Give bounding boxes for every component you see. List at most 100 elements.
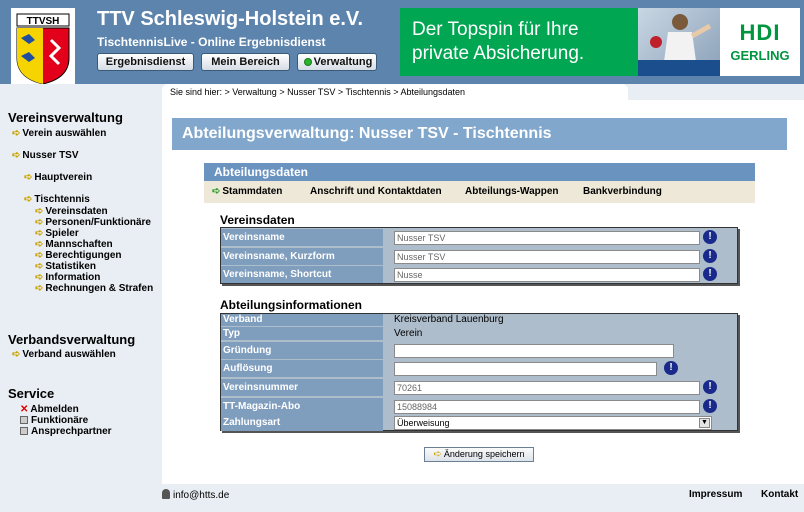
svg-text:TTVSH: TTVSH xyxy=(27,16,60,27)
breadcrumb: Sie sind hier: > Verwaltung > Nusser TSV… xyxy=(162,84,628,100)
zahlungsart-label: Zahlungsart xyxy=(221,414,383,431)
ttmagazin-field[interactable]: 15088984 xyxy=(394,400,700,414)
page-title: Abteilungsverwaltung: Nusser TSV - Tisch… xyxy=(172,118,787,150)
service-heading: Service xyxy=(8,386,55,401)
tab-label: Stammdaten xyxy=(222,186,283,197)
tab-bar: ➪ Stammdaten Anschrift und Kontaktdaten A… xyxy=(204,181,755,203)
tab-wappen[interactable]: Abteilungs-Wappen xyxy=(465,186,559,197)
tab-stammdaten[interactable]: ➪ Stammdaten xyxy=(212,186,282,197)
arrow-right-icon: ➪ xyxy=(212,186,221,197)
arrow-right-icon: ➪ xyxy=(12,128,21,139)
typ-value: Verein xyxy=(394,328,423,339)
chevron-down-icon[interactable]: ▼ xyxy=(699,418,710,428)
arrow-right-icon: ➪ xyxy=(24,172,33,183)
verwaltung-label: Verwaltung xyxy=(313,56,373,68)
sidebar-item-rechnungen[interactable]: ➪ Rechnungen & Strafen xyxy=(35,283,153,294)
sidebar-item-label: Verband auswählen xyxy=(22,349,116,360)
sidebar-item-label: Abmelden xyxy=(30,404,79,415)
sidebar-item-label: Verein auswählen xyxy=(22,128,107,139)
vereinsname-shortcut-label: Vereinsname, Shortcut xyxy=(221,266,383,283)
aufloesung-field[interactable] xyxy=(394,362,657,376)
arrow-right-icon: ➪ xyxy=(35,217,44,228)
sidebar-item-vereinsdaten[interactable]: ➪ Vereinsdaten xyxy=(35,206,108,217)
info-icon[interactable]: ! xyxy=(703,267,717,281)
vereinsname-label: Vereinsname xyxy=(221,229,383,246)
sidebar-item-verein-auswaehlen[interactable]: ➪ Verein auswählen xyxy=(12,128,106,139)
zahlungsart-select[interactable]: Überweisung ▼ xyxy=(394,416,712,430)
sidebar-item-statistiken[interactable]: ➪ Statistiken xyxy=(35,261,96,272)
verwaltung-button[interactable]: Verwaltung xyxy=(297,53,377,71)
sidebar-item-funktionaere[interactable]: Funktionäre xyxy=(20,415,88,426)
form-row: Typ Verein xyxy=(221,327,737,341)
footer-email-link[interactable]: info@htts.de xyxy=(162,489,229,501)
save-button-label: Änderung speichern xyxy=(443,449,525,459)
sidebar-item-label: Hauptverein xyxy=(34,172,93,183)
person-icon xyxy=(162,489,170,499)
gerling-logo-text: GERLING xyxy=(730,48,790,63)
arrow-right-icon: ➪ xyxy=(12,150,21,161)
main-content: Abteilungsverwaltung: Nusser TSV - Tisch… xyxy=(162,100,804,484)
form-row: Vereinsname Nusser TSV ! xyxy=(221,229,737,247)
arrow-right-icon: ➪ xyxy=(12,349,21,360)
close-icon: ✕ xyxy=(20,404,29,415)
info-icon[interactable]: ! xyxy=(703,230,717,244)
vereinsnummer-label: Vereinsnummer xyxy=(221,379,383,396)
info-icon[interactable]: ! xyxy=(703,399,717,413)
save-button[interactable]: ➪ Änderung speichern xyxy=(424,447,534,462)
vereinsname-field[interactable]: Nusser TSV xyxy=(394,231,700,245)
vereinsname-shortcut-field[interactable]: Nusse xyxy=(394,268,700,282)
form-row: Vereinsnummer 70261 ! xyxy=(221,379,737,397)
site-header: TTVSH TTV Schleswig-Holstein e.V. Tischt… xyxy=(0,0,804,86)
info-icon[interactable]: ! xyxy=(664,361,678,375)
sidebar-item-personen[interactable]: ➪ Personen/Funktionäre xyxy=(35,217,151,228)
kontakt-link[interactable]: Kontakt xyxy=(761,489,798,500)
sidebar-item-hauptverein[interactable]: ➪ Hauptverein xyxy=(24,172,92,183)
sidebar-item-label: Ansprechpartner xyxy=(31,426,112,437)
info-icon[interactable]: ! xyxy=(703,249,717,263)
arrow-right-icon: ➪ xyxy=(35,228,44,239)
mein-bereich-button[interactable]: Mein Bereich xyxy=(201,53,290,71)
gruendung-field[interactable] xyxy=(394,344,674,358)
arrow-right-icon: ➪ xyxy=(35,272,44,283)
abteilung-form: Verband Kreisverband Lauenburg Typ Verei… xyxy=(220,313,738,431)
sidebar-item-verband-auswaehlen[interactable]: ➪ Verband auswählen xyxy=(12,349,116,360)
form-row: Verband Kreisverband Lauenburg xyxy=(221,314,737,327)
sidebar-item-mannschaften[interactable]: ➪ Mannschaften xyxy=(35,239,113,250)
vereinsnummer-field[interactable]: 70261 xyxy=(394,381,700,395)
arrow-right-icon: ➪ xyxy=(35,239,44,250)
sidebar-item-ansprechpartner[interactable]: Ansprechpartner xyxy=(20,426,112,437)
arrow-right-icon: ➪ xyxy=(24,194,33,205)
arrow-right-icon: ➪ xyxy=(35,261,44,272)
tab-anschrift[interactable]: Anschrift und Kontaktdaten xyxy=(310,186,442,197)
sidebar-item-label: Vereinsdaten xyxy=(45,206,108,217)
hdi-logo-text: HDI xyxy=(739,20,781,45)
page-footer: info@htts.de Impressum Kontakt xyxy=(162,484,804,512)
ad-text: Der Topspin für Ihre private Absicherung… xyxy=(412,19,585,64)
impressum-link[interactable]: Impressum xyxy=(689,489,742,500)
form-row: Auflösung ! xyxy=(221,360,737,378)
typ-label: Typ xyxy=(221,327,383,340)
abteilungsinformationen-heading: Abteilungsinformationen xyxy=(220,298,362,312)
hdi-gerling-ad-banner[interactable]: Der Topspin für Ihre private Absicherung… xyxy=(400,8,800,76)
verbandsverwaltung-heading: Verbandsverwaltung xyxy=(8,332,136,347)
vereinsname-kurzform-field[interactable]: Nusser TSV xyxy=(394,250,700,264)
sidebar-item-label: Personen/Funktionäre xyxy=(45,217,151,228)
arrow-right-icon: ➪ xyxy=(35,283,44,294)
verband-value: Kreisverband Lauenburg xyxy=(394,314,504,325)
sidebar-item-spieler[interactable]: ➪ Spieler xyxy=(35,228,79,239)
footer-email: info@htts.de xyxy=(173,490,230,501)
left-sidebar: Vereinsverwaltung ➪ Verein auswählen ➪ Nus… xyxy=(0,84,162,512)
info-icon[interactable]: ! xyxy=(703,380,717,394)
vereinsdaten-heading: Vereinsdaten xyxy=(220,213,295,227)
tab-bankverbindung[interactable]: Bankverbindung xyxy=(583,186,662,197)
sidebar-item-nusser-tsv[interactable]: ➪ Nusser TSV xyxy=(12,150,79,161)
ergebnisdienst-button[interactable]: Ergebnisdienst xyxy=(97,53,194,71)
sidebar-item-label: Nusser TSV xyxy=(22,150,79,161)
sidebar-item-tischtennis[interactable]: ➪ Tischtennis xyxy=(24,194,90,205)
ttvsh-crest-logo[interactable]: TTVSH xyxy=(11,8,75,86)
sidebar-item-abmelden[interactable]: ✕ Abmelden xyxy=(20,404,79,415)
sidebar-item-berechtigungen[interactable]: ➪ Berechtigungen xyxy=(35,250,122,261)
vereinsname-kurzform-label: Vereinsname, Kurzform xyxy=(221,248,383,265)
sidebar-item-information[interactable]: ➪ Information xyxy=(35,272,100,283)
sidebar-item-label: Funktionäre xyxy=(31,415,89,426)
